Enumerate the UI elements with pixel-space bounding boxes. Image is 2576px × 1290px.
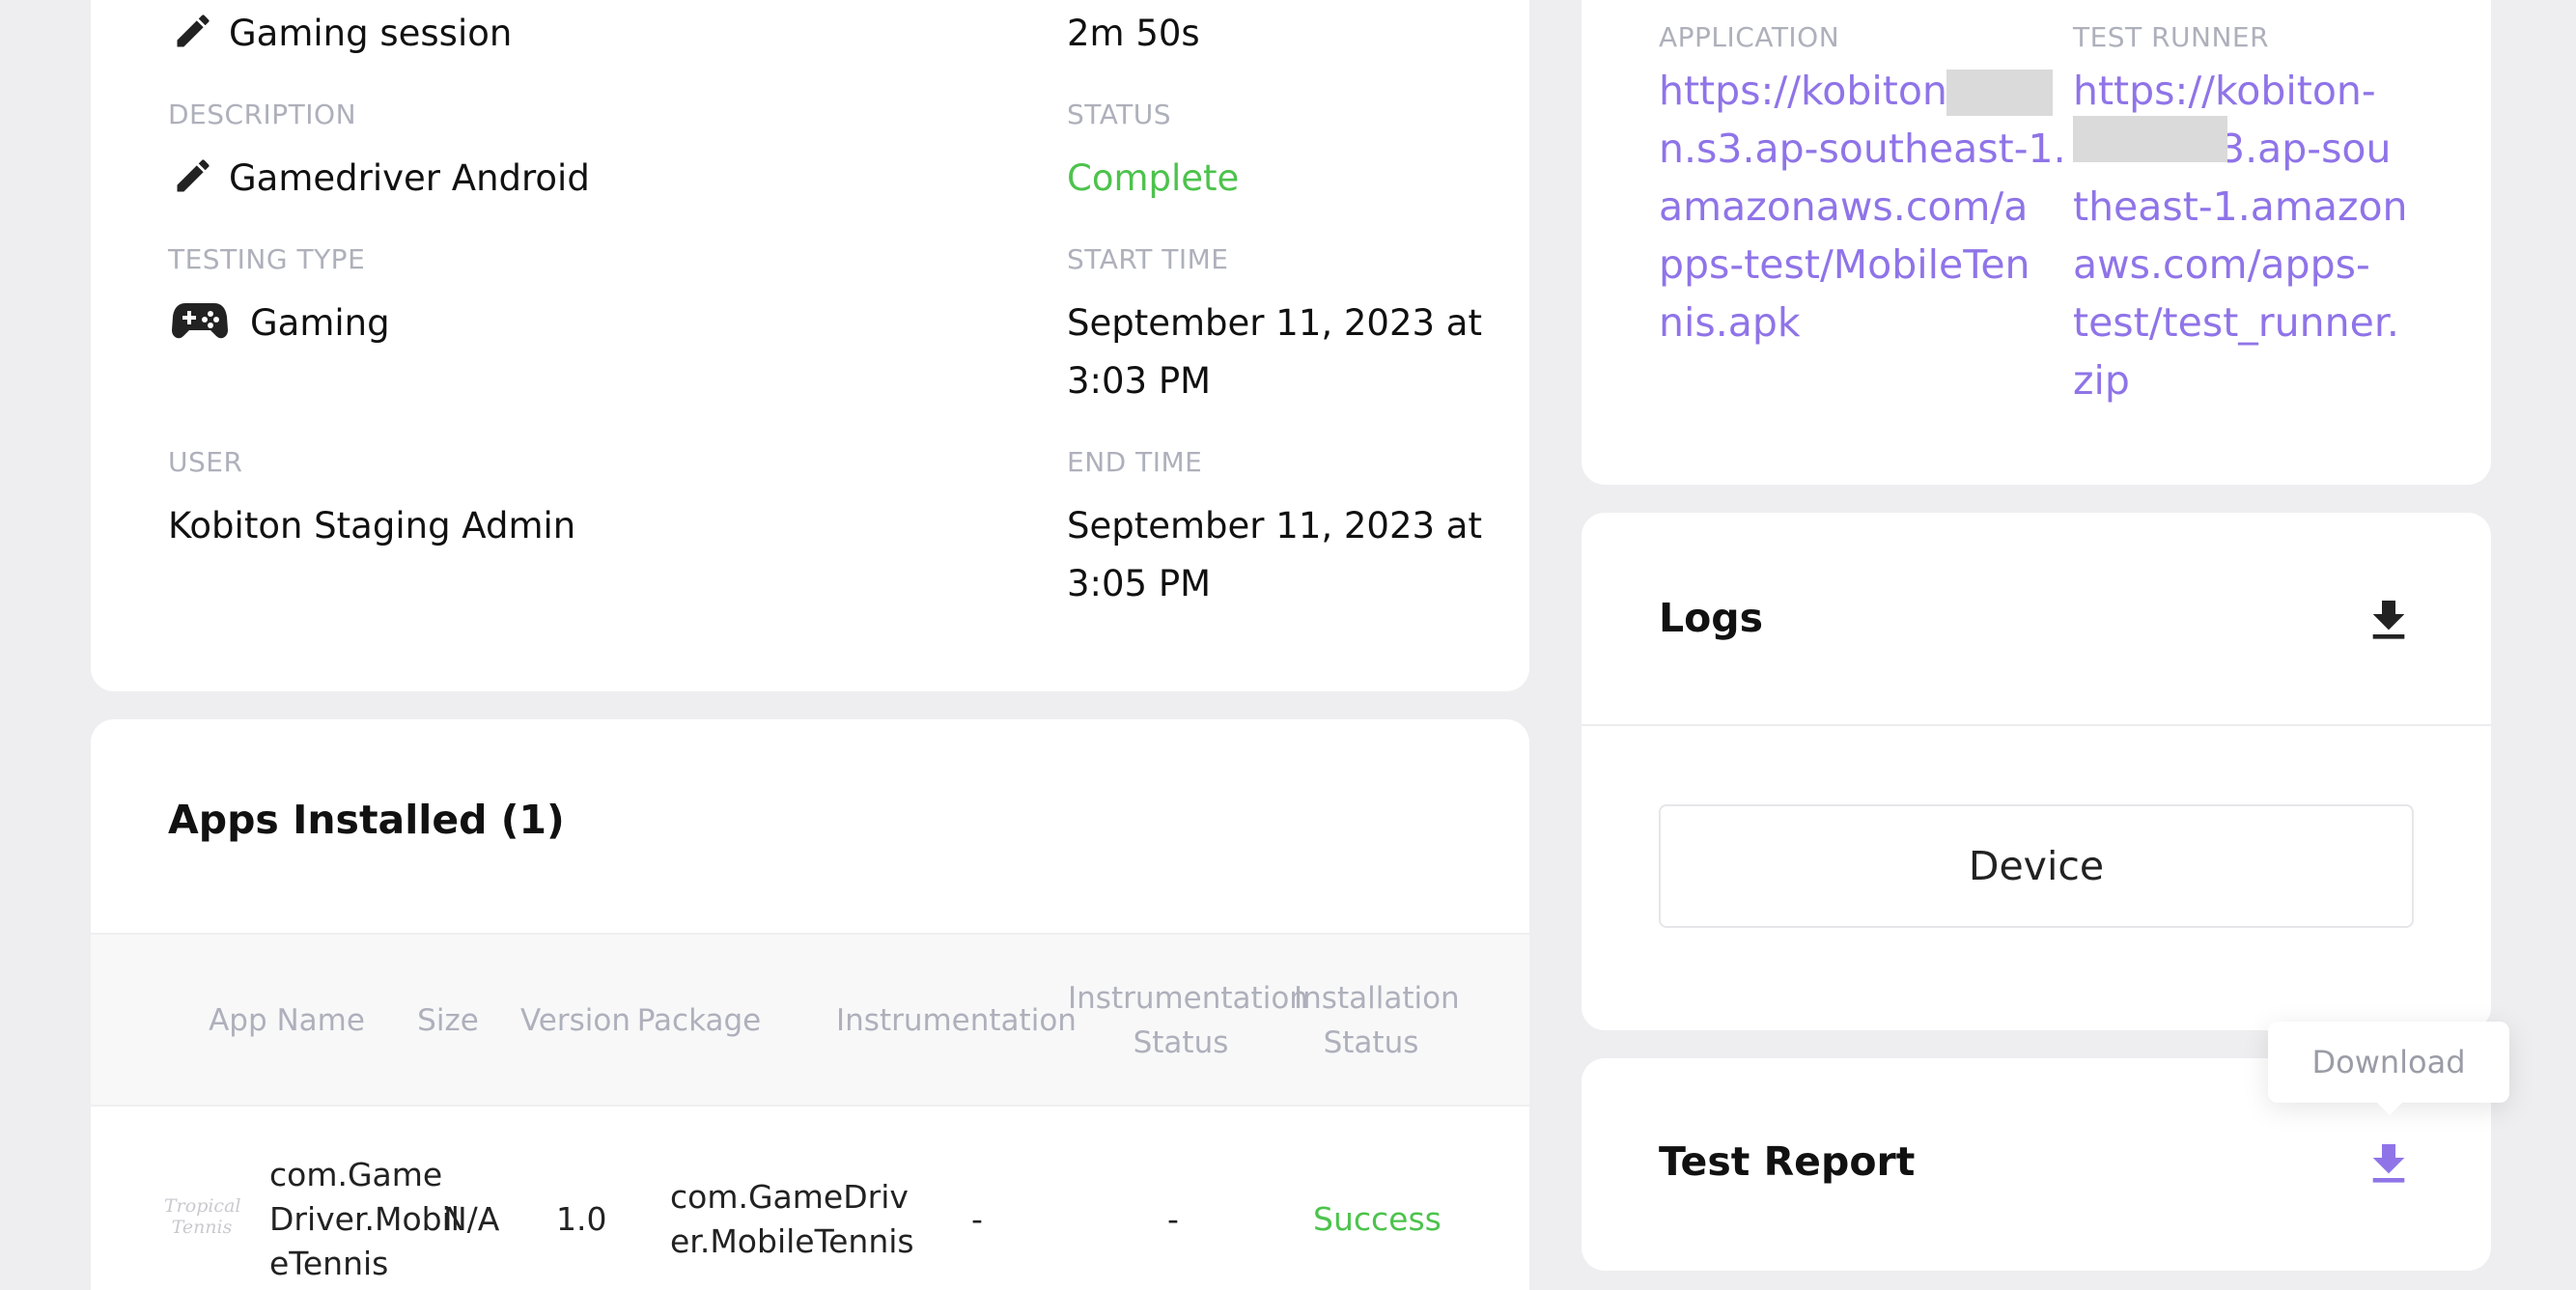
test-runner-link-line: aws.com/apps-: [2073, 241, 2370, 288]
test-runner-link-line: test/test_runner.: [2073, 299, 2399, 346]
apps-table-header: App Name Size Version Package Instrument…: [91, 933, 1529, 1107]
app-version: 1.0: [556, 1200, 607, 1238]
status-label: STATUS: [1067, 98, 1172, 130]
test-runner-link[interactable]: https://kobiton- 3.ap-sou theast-1.amazo…: [2073, 62, 2440, 409]
app-package-line: er.MobileTennis: [670, 1222, 914, 1260]
app-instrumentation: -: [971, 1200, 983, 1238]
redacted-region: [2073, 116, 2227, 162]
device-log-button[interactable]: Device: [1659, 804, 2414, 928]
app-name-line: com.Game: [269, 1156, 443, 1193]
pencil-icon[interactable]: [172, 10, 214, 52]
app-installation-status: Success: [1313, 1200, 1442, 1238]
test-report-title: Test Report: [1659, 1138, 1916, 1185]
column-header-installation-status: Installation Status: [1294, 976, 1460, 1065]
app-name-line: Driver.Mobil: [269, 1200, 460, 1238]
column-header-line: Instrumentation: [1068, 981, 1308, 1016]
apps-installed-card: Apps Installed (1) App Name Size Version…: [91, 719, 1529, 1290]
app-package-line: com.GameDriv: [670, 1178, 909, 1216]
app-logo-text: Tennis: [171, 1217, 233, 1238]
application-link-line: nis.apk: [1659, 299, 1801, 346]
device-log-button-label: Device: [1968, 843, 2105, 889]
session-duration: 2m 50s: [1067, 13, 1200, 54]
app-package: com.GameDriv er.MobileTennis: [670, 1175, 914, 1264]
download-tooltip-text: Download: [2311, 1044, 2466, 1080]
user-value: Kobiton Staging Admin: [168, 505, 576, 547]
download-icon[interactable]: [2362, 1137, 2416, 1192]
user-label: USER: [168, 446, 243, 478]
table-row: Tropical Tennis com.Game Driver.Mobil eT…: [91, 1108, 1529, 1290]
end-time-line2: 3:05 PM: [1067, 563, 1212, 604]
column-header-package: Package: [636, 1003, 762, 1038]
files-card: APPLICATION https://kobiton- n.s3.ap-sou…: [1582, 0, 2491, 485]
gamepad-icon: [172, 303, 228, 339]
app-logo: Tropical Tennis: [164, 1195, 241, 1253]
app-name: com.Game Driver.Mobil eTennis: [269, 1153, 460, 1286]
redacted-region: [1946, 70, 2053, 116]
description-label: DESCRIPTION: [168, 98, 357, 130]
end-time-label: END TIME: [1067, 446, 1203, 478]
application-link-line: amazonaws.com/a: [1659, 183, 2029, 230]
column-header-line: Status: [1323, 1025, 1419, 1060]
session-details-card: Gaming session 2m 50s DESCRIPTION Gamedr…: [91, 0, 1529, 691]
tooltip-arrow: [2376, 1102, 2403, 1115]
start-time-line1: September 11, 2023 at: [1067, 302, 1482, 344]
column-header-line: Status: [1133, 1025, 1229, 1060]
apps-installed-title: Apps Installed (1): [168, 797, 565, 843]
testing-type-label: TESTING TYPE: [168, 243, 366, 275]
logs-divider: [1582, 724, 2491, 726]
logs-card: Logs Device: [1582, 513, 2491, 1030]
start-time-label: START TIME: [1067, 243, 1229, 275]
status-value: Complete: [1067, 157, 1240, 199]
session-name: Gaming session: [229, 13, 513, 54]
logs-title: Logs: [1659, 595, 1764, 641]
app-instrumentation-status: -: [1167, 1200, 1179, 1238]
column-header-app-name: App Name: [209, 1003, 365, 1038]
description-value: Gamedriver Android: [229, 157, 590, 199]
app-size: N/A: [443, 1200, 500, 1238]
test-runner-link-line: zip: [2073, 357, 2130, 404]
column-header-line: Installation: [1294, 981, 1460, 1016]
testing-type-value: Gaming: [250, 302, 390, 344]
pencil-icon[interactable]: [172, 154, 214, 197]
app-logo-text: Tropical: [164, 1195, 241, 1217]
app-name-line: eTennis: [269, 1245, 389, 1282]
start-time-line2: 3:03 PM: [1067, 360, 1212, 402]
end-time-line1: September 11, 2023 at: [1067, 505, 1482, 547]
test-runner-link-line: https://kobiton-: [2073, 68, 2376, 114]
application-label: APPLICATION: [1659, 21, 1840, 53]
test-runner-label: TEST RUNNER: [2073, 21, 2270, 53]
column-header-instrumentation-status: Instrumentation Status: [1068, 976, 1308, 1065]
application-link-line: pps-test/MobileTen: [1659, 241, 2030, 288]
column-header-size: Size: [417, 1003, 479, 1038]
application-link-line: n.s3.ap-southeast-1.: [1659, 126, 2066, 172]
column-header-version: Version: [520, 1003, 630, 1038]
column-header-instrumentation: Instrumentation: [836, 1003, 1077, 1038]
download-icon[interactable]: [2362, 594, 2416, 648]
download-tooltip: Download: [2268, 1022, 2509, 1103]
test-runner-link-line: theast-1.amazon: [2073, 183, 2408, 230]
